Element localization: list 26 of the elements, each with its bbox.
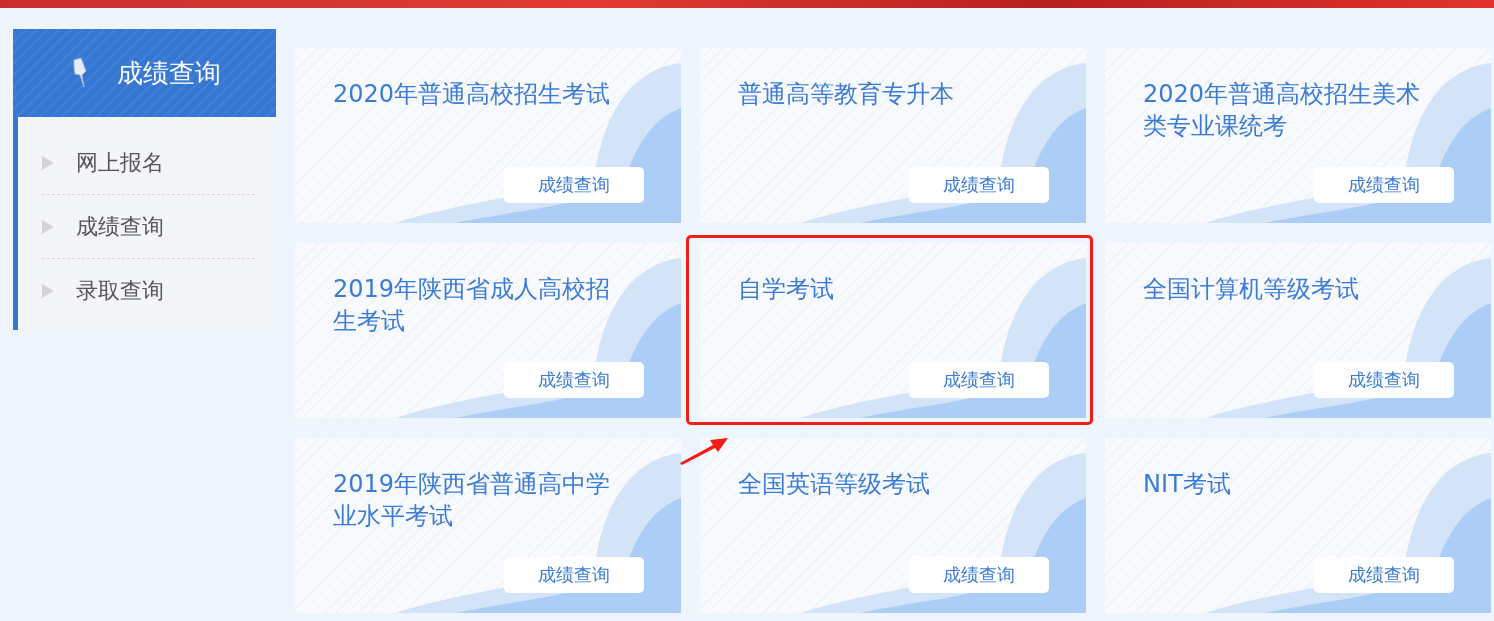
exam-title: 普通高等教育专升本 (738, 79, 955, 110)
exam-title: 2020年普通高校招生美术类专业课统考 (1143, 79, 1422, 142)
exam-title: NIT考试 (1143, 469, 1232, 500)
sidebar-title: 成绩查询 (116, 56, 221, 90)
exam-title: 2020年普通高校招生考试 (333, 79, 612, 110)
triangle-icon (42, 219, 54, 234)
score-query-button[interactable]: 成绩查询 (504, 557, 644, 593)
exam-title: 2019年陕西省成人高校招生考试 (333, 274, 612, 337)
sidebar-item[interactable]: 网上报名 (76, 147, 164, 178)
exam-title: 全国计算机等级考试 (1143, 274, 1360, 305)
sidebar-item[interactable]: 成绩查询 (76, 211, 164, 242)
score-query-button[interactable]: 成绩查询 (1314, 167, 1454, 203)
score-query-button[interactable]: 成绩查询 (1314, 557, 1454, 593)
score-query-button[interactable]: 成绩查询 (504, 362, 644, 398)
score-query-button[interactable]: 成绩查询 (909, 557, 1049, 593)
sidebar-item[interactable]: 录取查询 (76, 275, 164, 306)
triangle-icon (42, 283, 54, 298)
score-query-button[interactable]: 成绩查询 (1314, 362, 1454, 398)
score-query-button[interactable]: 成绩查询 (909, 167, 1049, 203)
score-query-button[interactable]: 成绩查询 (909, 362, 1049, 398)
exam-title: 2019年陕西省普通高中学业水平考试 (333, 469, 612, 532)
arrow-icon (679, 435, 729, 465)
triangle-icon (42, 155, 54, 170)
score-query-button[interactable]: 成绩查询 (504, 167, 644, 203)
exam-title: 自学考试 (738, 274, 835, 305)
exam-title: 全国英语等级考试 (738, 469, 931, 500)
